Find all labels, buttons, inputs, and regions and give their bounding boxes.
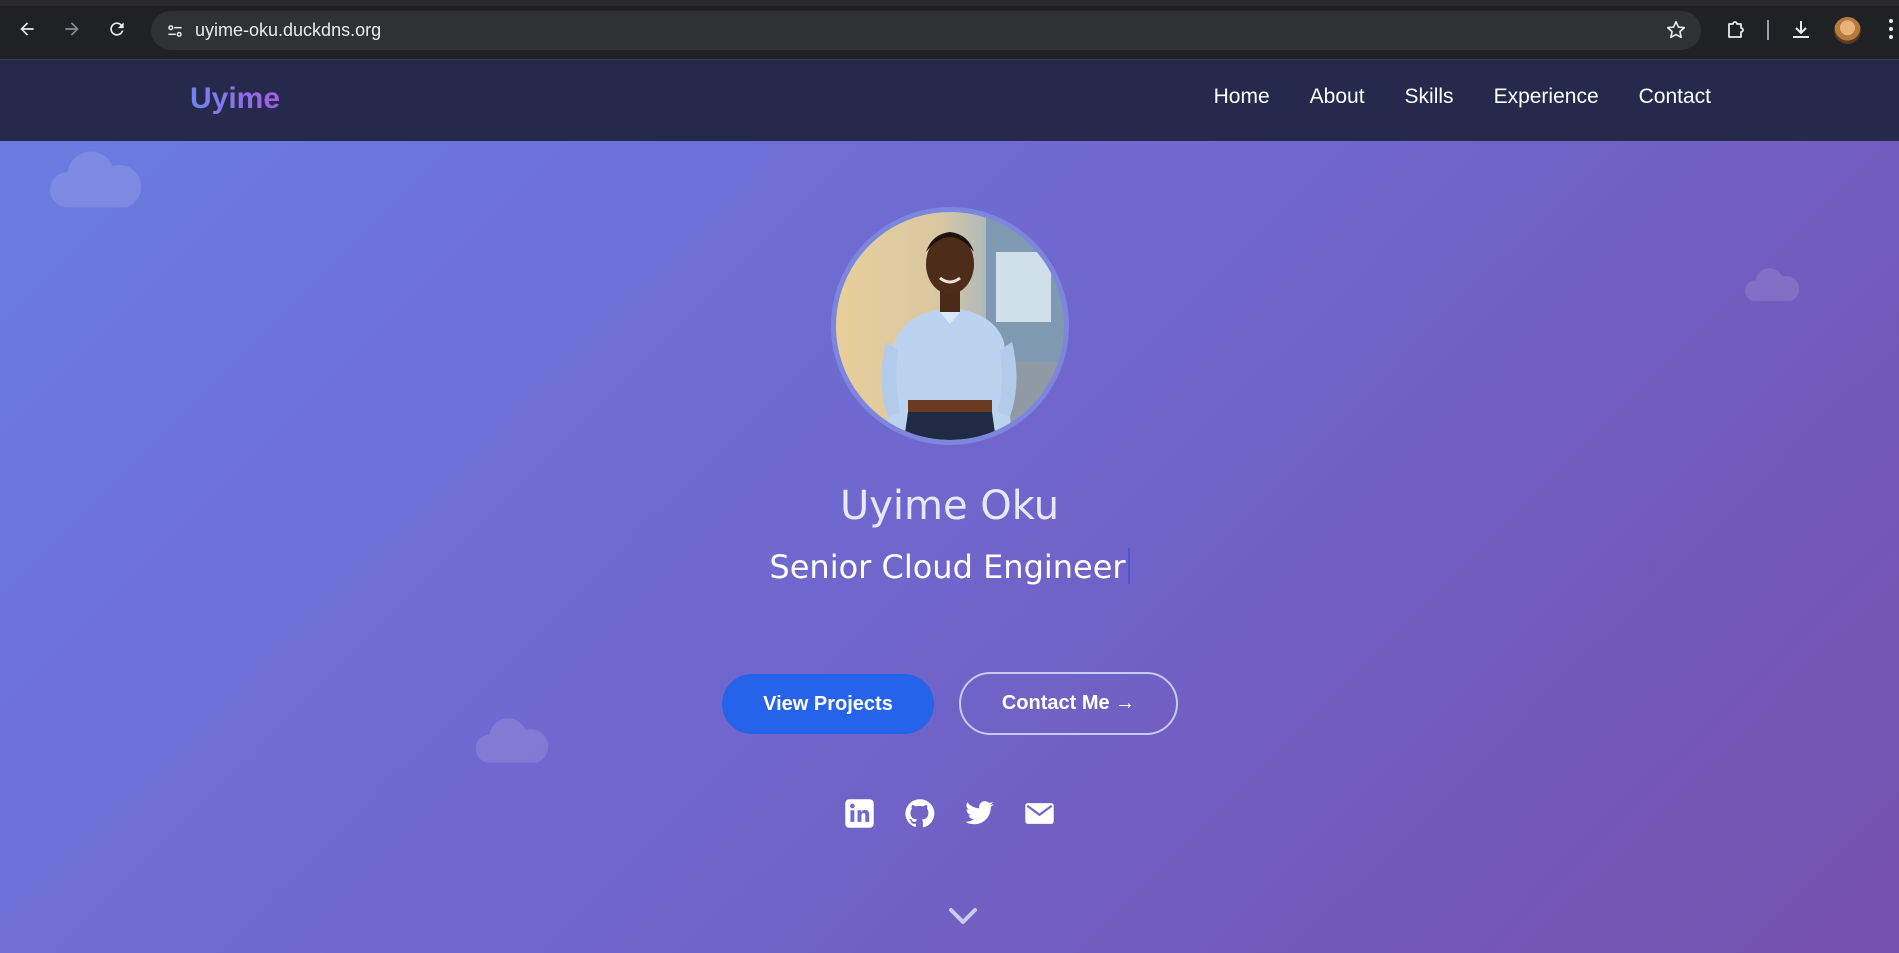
scroll-down-button[interactable] <box>948 905 978 927</box>
cloud-decoration <box>48 140 146 210</box>
linkedin-link[interactable] <box>844 798 875 829</box>
github-icon <box>905 799 935 828</box>
nav-links: Home About Skills Experience Contact <box>1214 85 1711 109</box>
nav-link-about[interactable]: About <box>1310 85 1365 109</box>
site-navbar: Uyime Home About Skills Experience Conta… <box>0 60 1899 141</box>
email-link[interactable] <box>1024 798 1055 829</box>
extensions-icon <box>1728 21 1744 38</box>
nav-link-contact[interactable]: Contact <box>1639 85 1711 109</box>
profile-photo-image <box>881 212 1064 440</box>
email-icon <box>1025 803 1054 824</box>
contact-me-button[interactable]: Contact Me → <box>959 672 1178 735</box>
hero-title-text: Senior Cloud Engineer <box>769 548 1126 586</box>
back-button[interactable] <box>12 14 42 44</box>
profile-avatar[interactable] <box>1834 17 1861 44</box>
twitter-link[interactable] <box>964 798 995 829</box>
hero-name: Uyime Oku <box>839 483 1060 529</box>
forward-button[interactable] <box>57 14 87 44</box>
site-info-button[interactable] <box>155 11 195 50</box>
hero-title: Senior Cloud Engineer <box>0 548 1899 586</box>
back-icon <box>20 22 34 36</box>
menu-kebab-icon[interactable] <box>1887 19 1895 43</box>
nav-link-home[interactable]: Home <box>1214 85 1270 109</box>
twitter-icon <box>965 801 994 825</box>
linkedin-icon <box>845 799 874 828</box>
bookmark-star-icon[interactable] <box>1665 19 1687 41</box>
cloud-decoration <box>474 709 552 765</box>
typing-caret <box>1127 548 1130 584</box>
reload-button[interactable] <box>102 14 132 44</box>
toolbar-separator <box>1767 20 1769 40</box>
extensions-button[interactable] <box>1723 17 1749 43</box>
github-link[interactable] <box>904 798 935 829</box>
profile-photo <box>831 207 1069 445</box>
chevron-down-icon <box>949 908 977 924</box>
download-icon <box>1793 21 1809 38</box>
view-projects-button[interactable]: View Projects <box>722 674 934 734</box>
forward-icon <box>65 22 79 36</box>
address-bar[interactable]: uyime-oku.duckdns.org <box>151 11 1701 50</box>
social-links <box>844 798 1055 829</box>
reload-icon <box>110 22 124 36</box>
nav-link-skills[interactable]: Skills <box>1405 85 1454 109</box>
hero-section: Uyime Home About Skills Experience Conta… <box>0 60 1899 953</box>
tab-strip-edge <box>0 0 1899 6</box>
cloud-decoration <box>1744 261 1802 303</box>
downloads-button[interactable] <box>1788 17 1814 43</box>
url-text[interactable]: uyime-oku.duckdns.org <box>195 20 381 41</box>
site-logo[interactable]: Uyime <box>190 82 280 116</box>
nav-link-experience[interactable]: Experience <box>1494 85 1599 109</box>
browser-toolbar: uyime-oku.duckdns.org <box>0 0 1899 60</box>
site-info-icon <box>168 24 182 37</box>
